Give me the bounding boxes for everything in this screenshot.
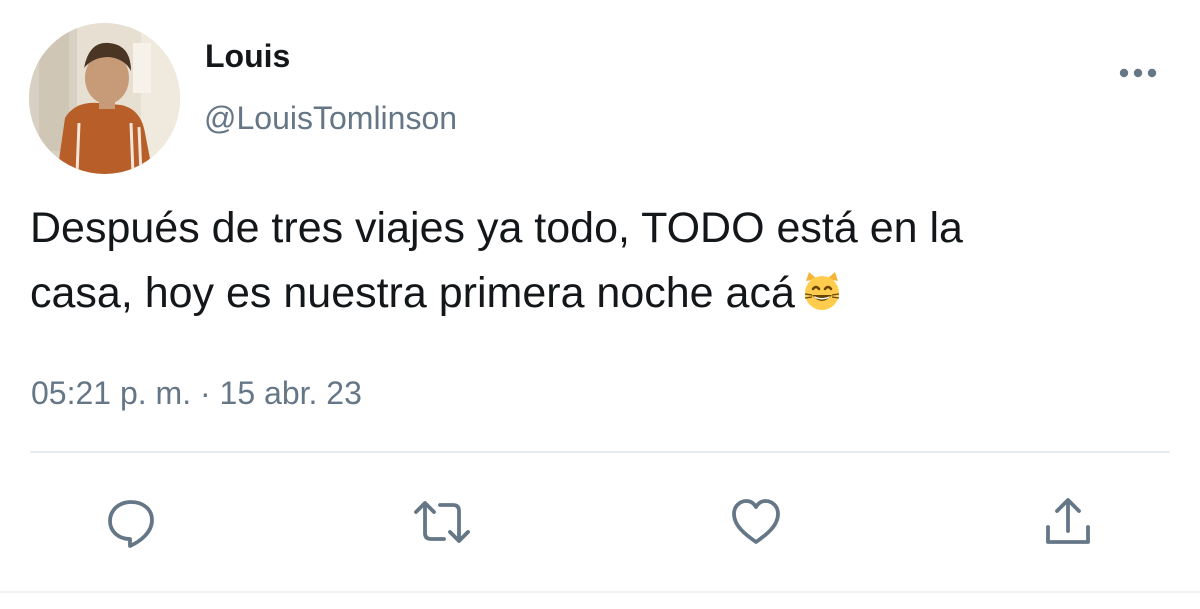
grinning-cat-emoji-icon <box>804 272 839 310</box>
share-button[interactable] <box>1036 490 1100 554</box>
divider <box>30 451 1170 453</box>
share-icon <box>1046 498 1090 544</box>
tweet-text-line-2-text: casa, hoy es nuestra primera noche acá <box>30 269 795 317</box>
like-button[interactable] <box>724 490 788 554</box>
tweet-time[interactable]: 05:21 p. m. <box>31 375 191 411</box>
more-options-button[interactable] <box>1112 58 1164 88</box>
retweet-button[interactable] <box>410 490 474 554</box>
tweet-timestamp[interactable]: 05:21 p. m. · 15 abr. 23 <box>31 372 362 414</box>
user-handle[interactable]: @LouisTomlinson <box>204 98 457 138</box>
tweet-text-line-2: casa, hoy es nuestra primera noche acá <box>30 261 1150 326</box>
timestamp-separator: · <box>199 375 211 411</box>
tweet-text-line-1: Después de tres viajes ya todo, TODO est… <box>30 204 963 252</box>
avatar[interactable] <box>29 23 180 174</box>
reply-icon <box>108 500 154 548</box>
display-name[interactable]: Louis <box>205 36 290 76</box>
tweet-text: Después de tres viajes ya todo, TODO est… <box>30 196 1150 326</box>
tweet-card: Louis @LouisTomlinson Después de tres vi… <box>0 0 1200 609</box>
reply-button[interactable] <box>99 490 163 554</box>
heart-icon <box>732 499 780 544</box>
retweet-icon <box>414 501 470 543</box>
avatar-photo-icon <box>29 23 180 174</box>
more-horizontal-icon <box>1119 68 1157 78</box>
bottom-divider <box>0 591 1200 593</box>
tweet-date[interactable]: 15 abr. 23 <box>220 375 362 411</box>
